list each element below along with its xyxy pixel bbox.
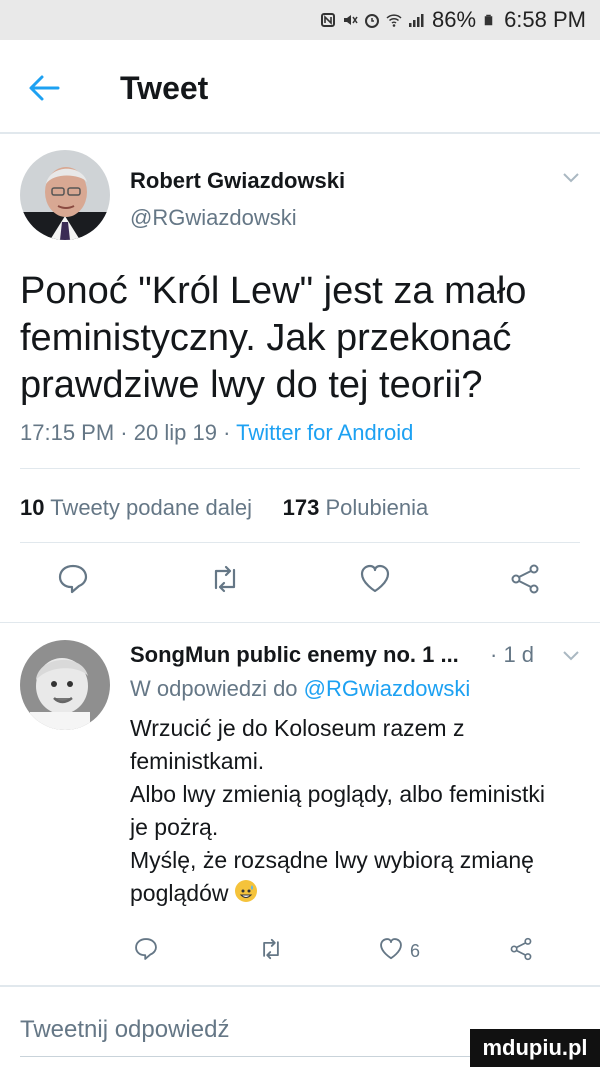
tweet-date: 20 lip 19 [133,420,217,445]
likes-label[interactable]: Polubienia [325,495,428,520]
reply-like-count: 6 [410,941,421,961]
wifi-icon [386,14,402,27]
arrow-left-icon[interactable] [24,68,64,108]
reply-text-line: je pożrą. [130,814,219,840]
meta-separator: · [120,420,134,445]
author-name[interactable]: Robert Gwiazdowski [130,168,345,194]
like-button[interactable] [378,936,404,962]
tweet-time: 17:15 PM [20,420,115,445]
chevron-down-icon[interactable] [562,172,580,184]
heart-icon [360,564,390,593]
like-button[interactable] [358,562,392,596]
status-bar: 86% 6:58 PM [0,0,600,40]
tweet-text: Ponoć "Król Lew" jest za mało feministyc… [20,268,580,409]
replying-to: W odpowiedzi do @RGwiazdowski [130,676,470,702]
likes-count[interactable]: 173 [283,495,320,520]
signal-icon [409,14,424,27]
share-button[interactable] [508,562,542,596]
watermark-text: mdupiu.pl [482,1035,588,1060]
watermark-logo: mdupiu.pl [470,1029,600,1067]
grinning-sweat-emoji-icon [234,880,257,902]
reply-text-line: poglądów [130,880,229,906]
mention-link[interactable]: @RGwiazdowski [304,676,471,701]
author-avatar[interactable] [20,150,110,240]
battery-percent: 86% [432,7,477,32]
comment-icon [135,938,157,960]
reply-text-line: Myślę, że rozsądne lwy wybiorą zmianę [130,847,534,873]
reply-compose-input[interactable]: Tweetnij odpowiedź [20,1016,229,1044]
retweet-button[interactable] [258,936,284,962]
retweets-label[interactable]: Tweety podane dalej [50,495,252,520]
avatar-photo [20,150,110,240]
divider [20,542,580,543]
comment-icon [58,564,88,594]
nfc-icon [321,13,336,27]
retweet-icon [214,565,236,593]
reply-author-name[interactable]: SongMun public enemy no. 1 ... [130,642,459,668]
battery-icon [484,14,493,26]
heart-icon [380,938,402,960]
mute-icon [344,15,358,25]
author-handle[interactable]: @RGwiazdowski [130,205,297,231]
app-header: Tweet [0,40,600,134]
status-icons [320,12,424,28]
replying-to-label: W odpowiedzi do [130,676,298,701]
tweet-text-line: feministyczny. Jak przekonać [20,317,512,359]
page-title: Tweet [120,70,209,106]
divider [0,985,600,987]
retweet-icon [263,938,279,960]
reply-text-line: Wrzucić je do Koloseum razem z [130,715,465,741]
retweet-button[interactable] [208,562,242,596]
meta-separator: · [223,420,237,445]
tweet-meta: 17:15 PM · 20 lip 19 · Twitter for Andro… [20,420,413,446]
clock: 6:58 PM [504,7,586,32]
reply-button[interactable] [133,936,159,962]
retweets-count[interactable]: 10 [20,495,44,520]
tweet-source-link[interactable]: Twitter for Android [236,420,413,445]
reply-text: Wrzucić je do Koloseum razem z feministk… [130,712,585,910]
reply-text-line: Albo lwy zmienią poglądy, albo feministk… [130,781,546,807]
alarm-icon [365,14,380,28]
tweet-stats: 10 Tweety podane dalej 173 Polubienia [20,495,428,521]
share-icon [510,937,532,961]
share-icon [511,564,539,594]
divider [0,622,600,623]
tweet-text-line: prawdziwe lwy do tej teorii? [20,364,483,406]
tweet-text-line: Ponoć "Król Lew" jest za mało [20,270,527,312]
reply-time: · 1 d [490,642,535,667]
avatar-photo [20,640,110,730]
reply-text-line: feministkami. [130,748,265,774]
reply-author-avatar[interactable] [20,640,110,730]
share-button[interactable] [508,936,534,962]
divider [20,468,580,469]
chevron-down-icon[interactable] [562,650,580,662]
reply-button[interactable] [56,562,90,596]
